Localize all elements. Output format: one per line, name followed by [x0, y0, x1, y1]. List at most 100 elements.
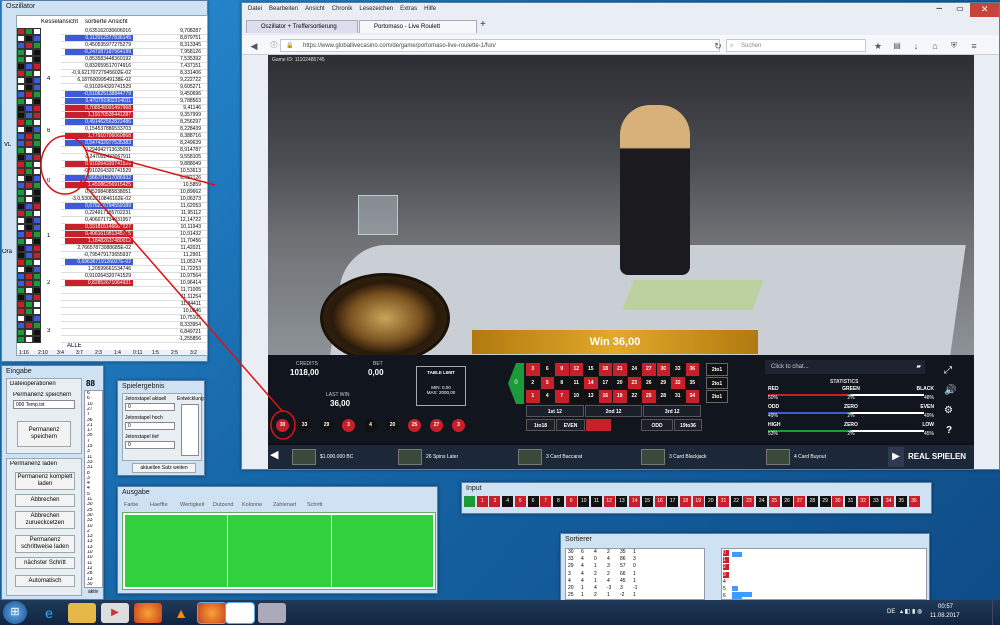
- bet-number[interactable]: 14: [584, 376, 598, 390]
- input-number-button[interactable]: 35: [895, 496, 907, 507]
- strip-next-button[interactable]: ▶: [888, 447, 904, 467]
- eingabe-number-list[interactable]: 6 6 10 27 7 36 21 17 35 7 15 3 11 33 31 8 3 4 4 5 11 30 25 30 33…: [84, 390, 103, 588]
- url-field[interactable]: 🔒 https://www.globallivecasino.com/de/ga…: [280, 39, 720, 52]
- input-number-button[interactable]: 27: [794, 496, 806, 507]
- promo-thumb[interactable]: [292, 449, 316, 465]
- permanenz-komplett-laden-button[interactable]: Permanenz komplett laden: [15, 472, 75, 490]
- bet-number[interactable]: 29: [656, 376, 670, 390]
- input-number-button[interactable]: 17: [667, 496, 679, 507]
- input-number-button[interactable]: 22: [730, 496, 742, 507]
- bet-number[interactable]: 33: [671, 363, 685, 376]
- outside-bets[interactable]: 1to18 EVEN ODD 19to36: [526, 419, 702, 432]
- chat-input[interactable]: Click to chat... ▰: [765, 360, 925, 374]
- bet-number[interactable]: 30: [656, 363, 670, 376]
- reader-icon[interactable]: ▤: [891, 40, 903, 52]
- input-number-button[interactable]: 25: [768, 496, 780, 507]
- bet-outside[interactable]: 1to18: [526, 419, 555, 431]
- bet-outside[interactable]: 19to36: [674, 419, 702, 431]
- jeton-aktuell-field[interactable]: 0: [125, 403, 175, 411]
- input-number-button[interactable]: 32: [857, 496, 869, 507]
- show-desktop-button[interactable]: [992, 600, 1000, 625]
- input-number-button[interactable]: 15: [641, 496, 653, 507]
- input-number-button[interactable]: 18: [679, 496, 691, 507]
- language-indicator[interactable]: DE: [887, 609, 895, 615]
- reload-icon[interactable]: ↻: [712, 40, 724, 52]
- bet-number[interactable]: 22: [627, 390, 641, 404]
- window-controls[interactable]: – ▭ ✕: [929, 3, 1000, 17]
- fullscreen-icon[interactable]: ⤢: [944, 365, 952, 376]
- bet-number[interactable]: 3: [526, 363, 540, 376]
- menu-item[interactable]: Extras: [400, 6, 417, 12]
- two-to-one-column[interactable]: 2to1 2to1 2to1: [702, 363, 728, 404]
- bet-number[interactable]: 26: [642, 376, 656, 390]
- input-number-button[interactable]: 29: [819, 496, 831, 507]
- input-number-button[interactable]: 21: [718, 496, 729, 507]
- menu-item[interactable]: Lesezeichen: [359, 6, 393, 12]
- media-player-icon[interactable]: ▶: [101, 603, 129, 623]
- bet-number[interactable]: 2: [526, 376, 540, 390]
- bet-outside[interactable]: EVEN: [556, 419, 585, 431]
- input-number-button[interactable]: 12: [603, 496, 615, 507]
- bet-dozen[interactable]: 3rd 12: [643, 405, 702, 417]
- abbrechen-button[interactable]: Abbrechen: [15, 494, 75, 507]
- menu-item[interactable]: Datei: [248, 6, 262, 12]
- bet-number[interactable]: 23: [627, 376, 641, 390]
- tab-portomaso[interactable]: Portomaso - Live Roulett: [359, 20, 477, 33]
- input-number-button[interactable]: 13: [616, 496, 628, 507]
- bet-number[interactable]: 28: [656, 390, 670, 404]
- input-number-button[interactable]: [464, 496, 475, 507]
- download-icon[interactable]: ↓: [910, 40, 922, 52]
- input-number-button[interactable]: 31: [845, 496, 856, 507]
- spielergebnis-window[interactable]: Spielergebnis Jetonstapel aktuell 0 Entw…: [117, 380, 205, 476]
- menu-items[interactable]: Datei Bearbeiten Ansicht Chronik Lesezeichen…: [248, 5, 443, 12]
- promo-thumb[interactable]: [766, 449, 790, 465]
- start-button[interactable]: ⊞: [3, 601, 27, 624]
- ie-icon[interactable]: e: [35, 603, 63, 623]
- bet-two-to-one[interactable]: 2to1: [706, 363, 728, 376]
- input-number-button[interactable]: 23: [743, 496, 755, 507]
- promo-label[interactable]: $1.000.000 BC: [320, 454, 353, 461]
- bet-number[interactable]: 8: [555, 376, 569, 390]
- menu-item[interactable]: Hilfe: [424, 6, 436, 12]
- sound-icon[interactable]: 🔊: [944, 385, 956, 396]
- browser-window[interactable]: Datei Bearbeiten Ansicht Chronik Lesezeichen…: [241, 2, 1000, 470]
- bet-dozen[interactable]: 1st 12: [526, 405, 584, 417]
- oszillator-window[interactable]: Oszillator Kesselansicht sortierte Ansic…: [1, 0, 208, 362]
- bet-number[interactable]: 15: [584, 363, 598, 376]
- promo-thumb[interactable]: [518, 449, 542, 465]
- input-number-button[interactable]: 20: [705, 496, 717, 507]
- strip-prev-button[interactable]: ◀: [270, 448, 278, 461]
- firefox-active-icon[interactable]: [197, 602, 227, 624]
- promo-label[interactable]: 4 Card Buyout: [794, 454, 826, 461]
- bet-number[interactable]: 17: [598, 376, 612, 390]
- settings-gear-icon[interactable]: ⚙: [944, 405, 953, 416]
- info-icon[interactable]: ⓘ: [268, 40, 280, 52]
- jeton-hoch-field[interactable]: 0: [125, 422, 175, 430]
- input-number-button[interactable]: 30: [832, 496, 844, 507]
- file-input[interactable]: 000 Temp.txt: [13, 400, 75, 409]
- bet-grid[interactable]: 3 6 9 12 15 18 21 24 27 30 33 36 2 5 8 11 14 17 20 23 26 29 32…: [526, 363, 706, 404]
- bet-red-diamond[interactable]: [586, 419, 611, 431]
- back-icon[interactable]: ◀: [248, 40, 260, 52]
- menu-item[interactable]: Bearbeiten: [269, 6, 298, 12]
- shield-icon[interactable]: ⛨: [948, 40, 960, 52]
- input-number-button[interactable]: 8: [552, 496, 564, 507]
- bet-number[interactable]: 9: [555, 363, 569, 376]
- input-number-button[interactable]: 19: [692, 496, 704, 507]
- bet-two-to-one[interactable]: 2to1: [706, 390, 728, 404]
- vlc-icon[interactable]: ▲: [167, 603, 195, 623]
- input-number-button[interactable]: 16: [654, 496, 666, 507]
- input-number-button[interactable]: 6: [527, 496, 539, 507]
- bet-number[interactable]: 21: [613, 363, 627, 376]
- tray-icons[interactable]: ▴ ◧ ▮ ◍: [900, 608, 922, 615]
- promo-label[interactable]: 3 Card Baccarat: [546, 454, 582, 461]
- bet-number[interactable]: 10: [569, 390, 583, 404]
- bet-number[interactable]: 36: [685, 363, 699, 376]
- dozen-bets[interactable]: 1st 12 2nd 12 3rd 12: [526, 405, 702, 418]
- input-number-button[interactable]: 33: [870, 496, 882, 507]
- chat-icon[interactable]: ▰: [916, 360, 921, 374]
- home-icon[interactable]: ⌂: [929, 40, 941, 52]
- bet-number[interactable]: 1: [526, 390, 540, 404]
- input-number-button[interactable]: 9: [565, 496, 577, 507]
- bet-number[interactable]: 16: [598, 390, 612, 404]
